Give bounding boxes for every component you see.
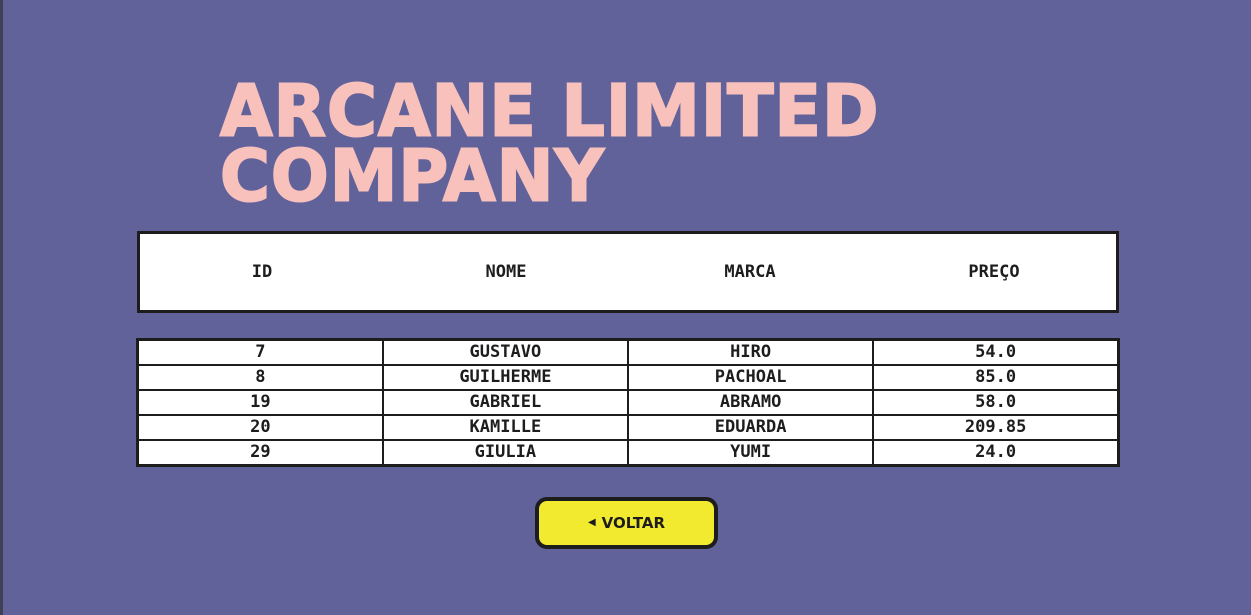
cell-preco: 58.0 [872, 389, 1120, 416]
table-row: 8 GUILHERME PACHOAL 85.0 [136, 364, 1120, 391]
cell-marca: ABRAMO [626, 389, 875, 416]
cell-id: 29 [136, 439, 384, 467]
cell-marca: EDUARDA [626, 414, 875, 441]
table-row: 19 GABRIEL ABRAMO 58.0 [136, 389, 1120, 416]
page-title: ARCANE LIMITED COMPANY [219, 75, 879, 219]
cell-nome: KAMILLE [381, 414, 630, 441]
window-left-edge [0, 0, 3, 615]
table-header: ID NOME MARCA PREÇO [137, 231, 1119, 313]
back-button-label: VOLTAR [601, 514, 666, 532]
cell-marca: HIRO [626, 338, 875, 366]
cell-nome: GUSTAVO [381, 338, 630, 366]
back-arrow-icon: ◀ [587, 517, 596, 528]
back-button[interactable]: ◀ VOLTAR [535, 497, 718, 549]
column-header-id: ID [251, 262, 273, 282]
cell-marca: PACHOAL [626, 364, 875, 391]
column-header-nome: NOME [485, 262, 527, 282]
table-row: 29 GIULIA YUMI 24.0 [136, 439, 1120, 467]
cell-id: 20 [136, 414, 384, 441]
cell-preco: 54.0 [872, 338, 1120, 366]
table-row: 20 KAMILLE EDUARDA 209.85 [136, 414, 1120, 441]
cell-preco: 24.0 [872, 439, 1120, 467]
column-header-preco: PREÇO [968, 262, 1020, 282]
cell-id: 7 [136, 338, 384, 366]
cell-nome: GUILHERME [381, 364, 630, 391]
data-table: 7 GUSTAVO HIRO 54.0 8 GUILHERME PACHOAL … [136, 338, 1120, 467]
page-title-line-2: COMPANY [219, 135, 605, 219]
cell-nome: GIULIA [381, 439, 630, 467]
cell-nome: GABRIEL [381, 389, 630, 416]
column-header-marca: MARCA [724, 262, 776, 282]
cell-marca: YUMI [626, 439, 875, 467]
cell-preco: 85.0 [872, 364, 1120, 391]
cell-preco: 209.85 [872, 414, 1120, 441]
cell-id: 8 [136, 364, 384, 391]
table-row: 7 GUSTAVO HIRO 54.0 [136, 338, 1120, 366]
cell-id: 19 [136, 389, 384, 416]
